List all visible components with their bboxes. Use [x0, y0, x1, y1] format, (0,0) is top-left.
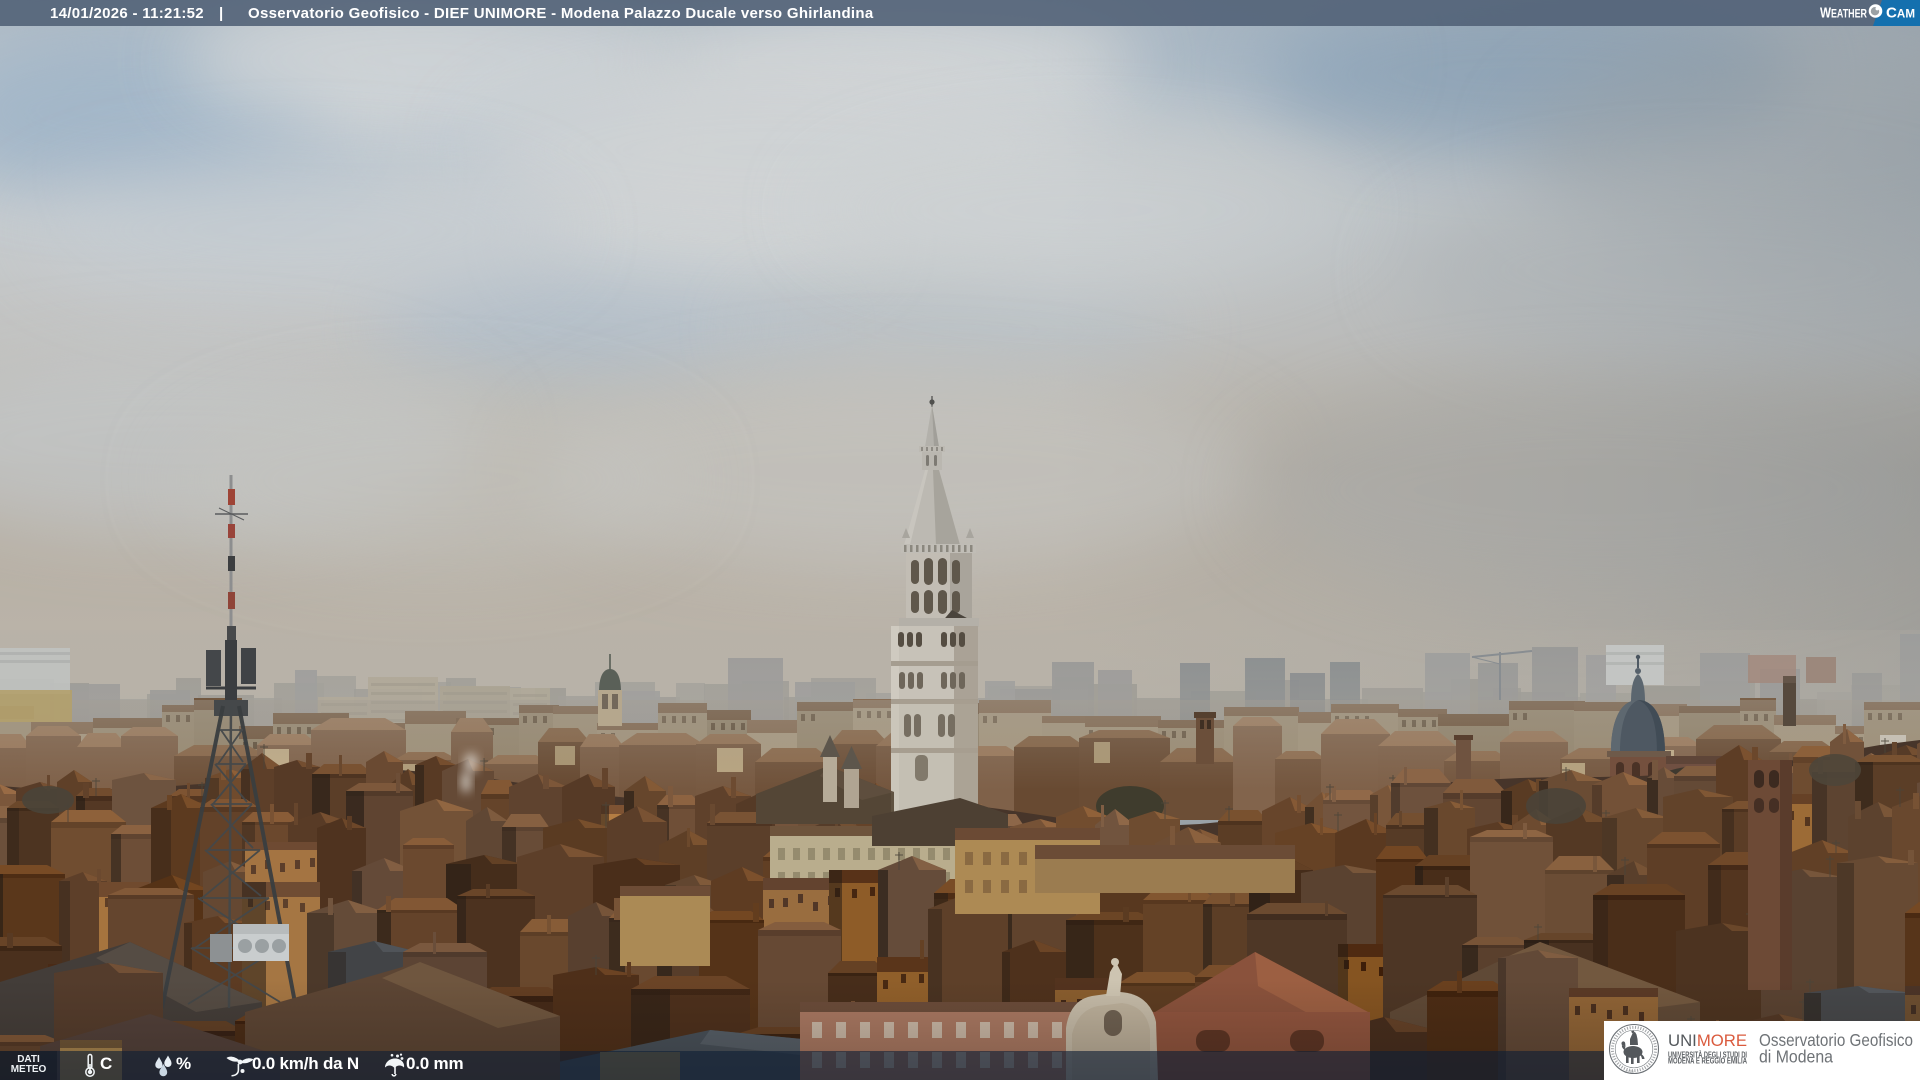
svg-text:UNIMORE: UNIMORE [1668, 1031, 1747, 1050]
svg-text:di Modena: di Modena [1759, 1047, 1833, 1067]
svg-text:WEATHER: WEATHER [1820, 5, 1868, 22]
svg-text:1175: 1175 [1625, 1069, 1634, 1074]
svg-text:MODENA E REGGIO EMILIA: MODENA E REGGIO EMILIA [1668, 1057, 1747, 1066]
